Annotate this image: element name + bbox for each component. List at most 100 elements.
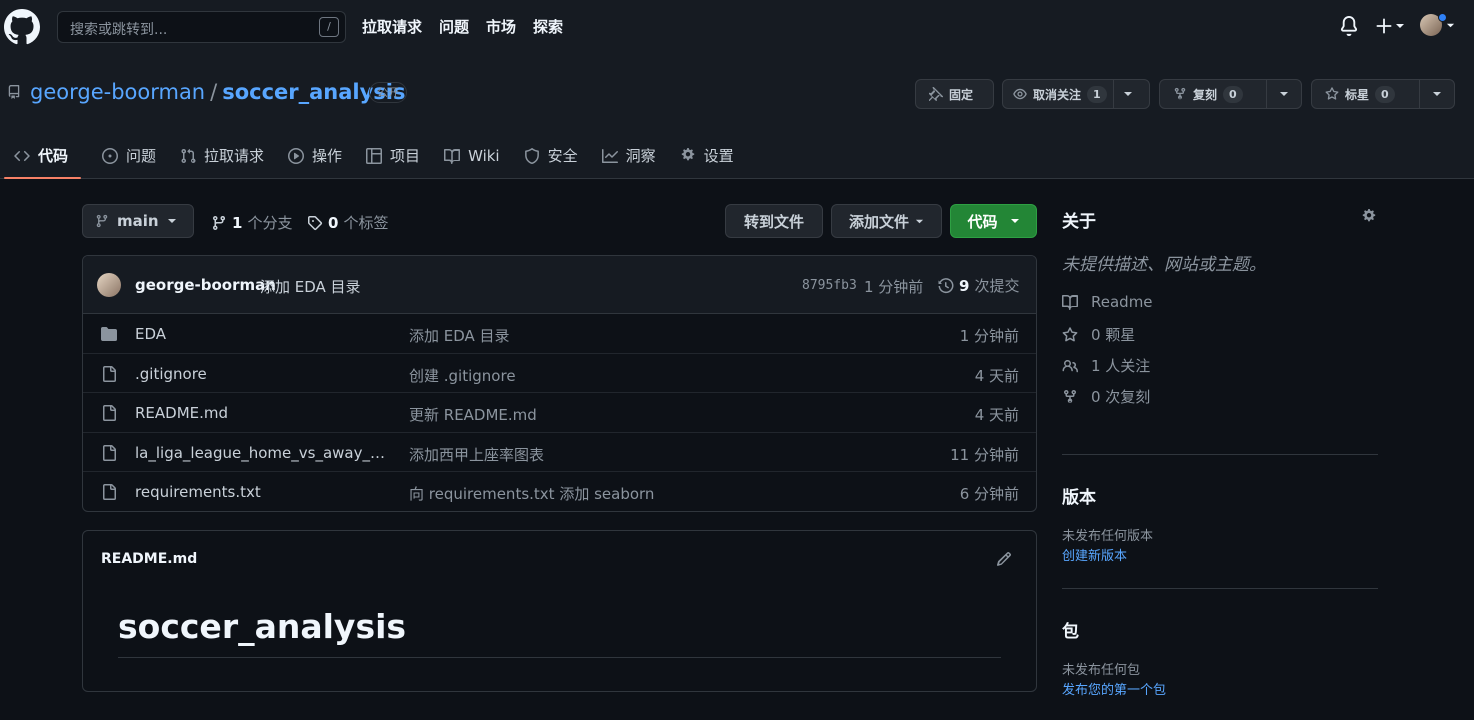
sidebar-divider [1062,454,1378,455]
branch-count-label: 个分支 [247,214,293,232]
github-logo-icon[interactable] [4,9,40,45]
pin-icon [929,87,943,101]
commit-time: 1 分钟前 [864,278,924,296]
unwatch-dropdown[interactable] [1114,80,1142,108]
file-name[interactable]: requirements.txt [135,483,387,501]
file-row[interactable]: EDA 添加 EDA 目录 1 分钟前 [83,314,1036,354]
stars-link[interactable]: 0 颗星 [1062,324,1135,345]
file-icon [103,365,116,382]
commit-author[interactable]: george-boorman [135,276,276,294]
star-icon [1325,87,1339,100]
folder-icon [101,327,117,341]
tab-settings[interactable]: 设置 [668,132,746,179]
tab-label: 拉取请求 [204,147,265,165]
star-button[interactable]: 标星 0 [1311,79,1455,109]
chevron-down-icon [167,219,176,223]
file-name[interactable]: EDA [135,325,387,343]
repo-icon [8,85,20,99]
nav-marketplace[interactable]: 市场 [486,16,516,37]
branch-count: 1 [232,213,243,232]
file-name[interactable]: README.md [135,404,387,422]
tab-label: 洞察 [625,147,656,165]
commit-message[interactable]: 添加 EDA 目录 [260,276,361,297]
pencil-icon[interactable] [996,551,1012,567]
add-file-button[interactable]: 添加文件 [831,204,942,238]
packages-title[interactable]: 包 [1062,617,1079,642]
publish-package-link[interactable]: 发布您的第一个包 [1062,679,1166,698]
chevron-down-icon [1123,92,1132,96]
file-age: 4 天前 [974,406,1019,424]
create-release-link[interactable]: 创建新版本 [1062,545,1127,564]
readme-panel: README.md soccer_analysis [82,530,1037,692]
code-button[interactable]: 代码 [950,204,1037,238]
releases-title[interactable]: 版本 [1062,483,1096,508]
go-to-file-button[interactable]: 转到文件 [725,204,823,238]
file-name[interactable]: la_liga_league_home_vs_away_att... [135,444,387,462]
tab-pull-requests[interactable]: 拉取请求 [168,132,276,179]
forks-link[interactable]: 0 次复刻 [1062,386,1150,407]
commit-history-link[interactable]: 9 次提交 [938,275,1019,296]
book-icon [444,148,461,164]
commit-sha[interactable]: 8795fb3 [802,278,857,293]
tab-actions[interactable]: 操作 [276,132,354,179]
tab-issues[interactable]: 问题 [85,132,168,179]
repo-owner-link[interactable]: george-boorman [30,80,205,104]
file-commit-message[interactable]: 添加西甲上座率图表 [409,444,544,465]
file-commit-message[interactable]: 添加 EDA 目录 [409,325,510,346]
gear-icon [681,147,694,160]
file-commit-message[interactable]: 创建 .gitignore [409,365,516,386]
fork-button[interactable]: 复刻 0 [1159,79,1302,109]
tab-wiki[interactable]: Wiki [432,132,512,179]
tab-insights[interactable]: 洞察 [590,132,668,179]
file-name[interactable]: .gitignore [135,365,387,383]
file-commit-message[interactable]: 向 requirements.txt 添加 seaborn [409,483,654,504]
file-row[interactable]: requirements.txt 向 requirements.txt 添加 s… [83,472,1036,511]
tab-label: 问题 [126,147,157,165]
packages-note: 未发布任何包 [1062,663,1141,678]
commit-count-label: 次提交 [974,277,1020,295]
gear-icon[interactable] [1361,209,1377,225]
create-new-icon[interactable] [1376,16,1406,36]
file-icon [103,444,116,461]
pin-button[interactable]: 固定 [915,79,994,109]
sidebar-divider [1062,588,1378,589]
file-row[interactable]: .gitignore 创建 .gitignore 4 天前 [83,354,1036,393]
tab-label: 操作 [312,147,343,165]
nav-pull-requests[interactable]: 拉取请求 [362,16,422,37]
chevron-down-icon [915,219,924,223]
watchers-link[interactable]: 1 人关注 [1062,355,1150,376]
file-row[interactable]: README.md 更新 README.md 4 天前 [83,393,1036,433]
star-dropdown[interactable] [1420,80,1454,108]
notification-bell-icon[interactable] [1339,16,1359,36]
chevron-down-icon[interactable] [1446,21,1455,30]
tab-label: Wiki [468,146,500,165]
readme-link[interactable]: Readme [1062,293,1153,311]
nav-issues[interactable]: 问题 [439,16,469,37]
tags-link[interactable]: 0 个标签 [307,212,388,233]
tag-icon [307,215,323,230]
nav-explore[interactable]: 探索 [533,16,563,37]
branch-icon [96,214,108,228]
search-shortcut-key: / [319,17,339,37]
star-icon [1062,326,1078,341]
unwatch-label: 取消关注 [1033,87,1082,102]
tab-label: 设置 [703,147,734,165]
unwatch-button[interactable]: 取消关注 1 [1002,79,1150,109]
repo-description: 未提供描述、网站或主题。 [1062,255,1266,275]
table-icon [366,147,383,164]
branches-link[interactable]: 1 个分支 [211,212,292,233]
tab-security[interactable]: 安全 [512,132,590,179]
tab-code[interactable]: 代码 [0,132,85,179]
file-row[interactable]: la_liga_league_home_vs_away_att... 添加西甲上… [83,433,1036,472]
tab-projects[interactable]: 项目 [354,132,432,179]
file-age: 11 分钟前 [950,445,1019,464]
commit-author-avatar[interactable] [97,273,121,297]
fork-dropdown[interactable] [1267,80,1301,108]
repo-title: george-boorman / soccer_analysis [30,80,406,104]
branch-icon [213,215,225,230]
branch-selector[interactable]: main [82,204,194,238]
file-commit-message[interactable]: 更新 README.md [409,404,537,425]
file-age: 6 分钟前 [959,485,1019,503]
search-input[interactable]: 搜索或跳转到... / [57,11,346,43]
readme-filename[interactable]: README.md [101,551,197,567]
